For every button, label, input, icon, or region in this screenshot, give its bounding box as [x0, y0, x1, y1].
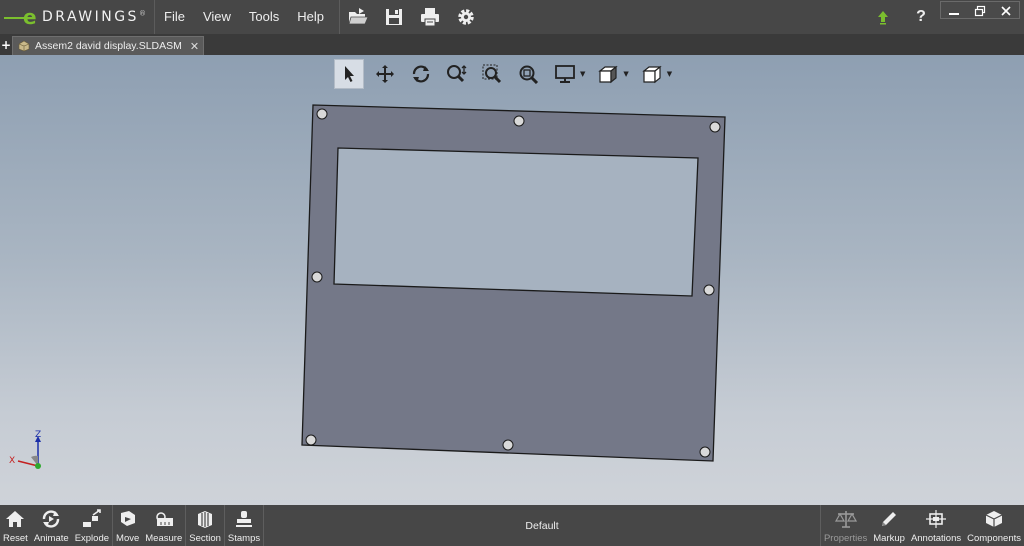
assembly-icon — [18, 40, 30, 52]
bottom-group-stamps: Stamps — [225, 505, 265, 546]
save-button[interactable] — [376, 0, 412, 34]
bottom-right-panels: Properties Markup Annotations Components — [819, 505, 1024, 546]
bottom-group-section: Section — [186, 505, 225, 546]
graphics-viewport[interactable]: ▼ ▼ ▼ Z X — [0, 55, 1024, 505]
bottom-group-tools: Move Measure — [113, 505, 187, 546]
measure-button[interactable]: Measure — [142, 505, 185, 546]
bottom-group-animation: Reset Animate Explode — [0, 505, 114, 546]
pencil-icon — [882, 512, 897, 526]
open-folder-icon — [348, 8, 369, 25]
window-controls — [940, 1, 1020, 19]
section-button[interactable]: Section — [186, 505, 224, 546]
scale-icon — [834, 511, 857, 528]
minimize-icon — [949, 13, 959, 15]
mounting-hole — [513, 115, 525, 127]
title-right-tools: ? — [864, 0, 1024, 34]
move-button[interactable]: Move — [113, 505, 142, 546]
save-icon — [386, 9, 403, 25]
close-button[interactable] — [993, 2, 1019, 20]
restore-icon — [974, 5, 986, 17]
svg-text:e: e — [23, 6, 37, 28]
move-icon — [120, 511, 135, 526]
menu-file[interactable]: File — [155, 0, 194, 34]
annotations-button[interactable]: Annotations — [908, 505, 964, 546]
mounting-hole — [709, 121, 721, 133]
home-icon — [6, 511, 25, 527]
title-bar: e DRAWINGS® File View Tools Help ? — [0, 0, 1024, 34]
mounting-hole — [502, 439, 514, 451]
components-icon — [985, 511, 1003, 527]
explode-icon — [82, 509, 101, 527]
menu-help[interactable]: Help — [288, 0, 333, 34]
mounting-hole — [311, 271, 323, 283]
animate-icon — [43, 510, 60, 528]
restore-button[interactable] — [967, 2, 993, 20]
mounting-hole — [699, 446, 711, 458]
document-tab-bar: + Assem2 david display.SLDASM ✕ — [0, 34, 1024, 55]
logo-text: DRAWINGS® — [42, 9, 149, 25]
tab-close-button[interactable]: ✕ — [190, 40, 199, 53]
measure-icon — [155, 512, 173, 526]
components-button[interactable]: Components — [964, 505, 1024, 546]
bottom-toolbar: Reset Animate Explode Move Measure Secti… — [0, 505, 1024, 546]
print-icon — [421, 8, 440, 27]
mounting-hole — [703, 284, 715, 296]
section-icon — [198, 511, 213, 528]
properties-button[interactable]: Properties — [821, 505, 870, 546]
document-tab[interactable]: Assem2 david display.SLDASM ✕ — [12, 36, 205, 55]
edrawings-logo: e DRAWINGS® — [0, 0, 155, 34]
stamps-button[interactable]: Stamps — [225, 505, 263, 546]
markup-button[interactable]: Markup — [870, 505, 908, 546]
minimize-button[interactable] — [941, 2, 967, 20]
assembly-model[interactable] — [0, 55, 1024, 505]
logo-e-icon: e — [23, 6, 37, 28]
gear-icon — [458, 9, 474, 25]
z-axis-label: Z — [35, 430, 41, 440]
options-button[interactable] — [448, 0, 484, 34]
animate-button[interactable]: Animate — [31, 505, 72, 546]
open-button[interactable] — [340, 0, 376, 34]
annotations-icon — [926, 510, 947, 528]
logo-line — [4, 17, 24, 19]
x-axis-label: X — [9, 456, 15, 466]
print-button[interactable] — [412, 0, 448, 34]
stamp-icon — [236, 511, 253, 527]
quick-access-toolbar — [340, 0, 484, 34]
axis-triad: Z X — [9, 430, 41, 469]
update-button[interactable] — [864, 0, 902, 34]
configuration-label: Default — [525, 519, 559, 532]
menu-tools[interactable]: Tools — [240, 0, 288, 34]
tab-label: Assem2 david display.SLDASM — [35, 40, 182, 52]
close-icon — [1001, 6, 1011, 16]
green-up-arrow-icon — [878, 11, 888, 25]
mounting-hole — [316, 108, 328, 120]
menu-view[interactable]: View — [194, 0, 240, 34]
menu-bar: File View Tools Help — [155, 0, 341, 34]
display-window-cutout[interactable] — [333, 147, 699, 297]
new-tab-button[interactable]: + — [0, 34, 12, 55]
explode-button[interactable]: Explode — [72, 505, 112, 546]
mounting-hole — [305, 434, 317, 446]
help-button[interactable]: ? — [902, 0, 940, 34]
reset-button[interactable]: Reset — [0, 505, 31, 546]
